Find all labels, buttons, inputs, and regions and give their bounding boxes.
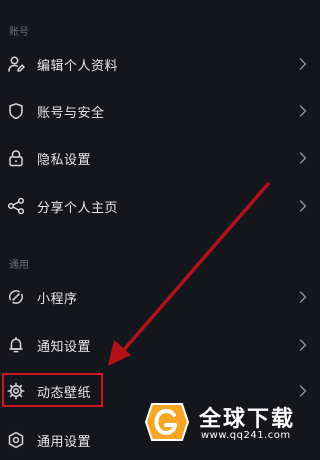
- settings-item-share-profile[interactable]: 分享个人主页: [0, 186, 320, 226]
- section-header-account: 账号: [9, 27, 29, 38]
- watermark-logo-icon: [144, 403, 190, 441]
- watermark-title: 全球下载: [199, 407, 296, 432]
- chevron-right-icon: [298, 338, 308, 352]
- settings-item-account-security[interactable]: 账号与安全: [0, 91, 320, 131]
- settings-item-label: 隐私设置: [37, 152, 92, 168]
- settings-icon: [7, 431, 25, 449]
- settings-item-label: 通用设置: [37, 434, 92, 450]
- settings-item-mini-program[interactable]: 小程序: [0, 277, 320, 317]
- chevron-right-icon: [298, 104, 308, 118]
- bell-icon: [7, 336, 25, 354]
- watermark-url: www.qq241.com: [201, 430, 291, 441]
- settings-item-privacy[interactable]: 隐私设置: [0, 138, 320, 178]
- chevron-right-icon: [298, 57, 308, 71]
- settings-item-notifications[interactable]: 通知设置: [0, 325, 320, 365]
- settings-item-label: 分享个人主页: [37, 200, 119, 216]
- settings-item-label: 动态壁纸: [37, 385, 92, 401]
- user-edit-icon: [7, 55, 25, 73]
- chevron-right-icon: [298, 199, 308, 213]
- section-header-general: 通用: [9, 260, 29, 271]
- chevron-right-icon: [298, 384, 308, 398]
- chevron-right-icon: [298, 290, 308, 304]
- wallpaper-gear-icon: [7, 382, 25, 400]
- share-icon: [7, 197, 25, 215]
- shield-icon: [7, 102, 25, 120]
- settings-item-label: 账号与安全: [37, 105, 105, 121]
- chevron-right-icon: [298, 151, 308, 165]
- settings-item-label: 通知设置: [37, 339, 92, 355]
- lock-icon: [7, 149, 25, 167]
- settings-item-edit-profile[interactable]: 编辑个人资料: [0, 44, 320, 84]
- settings-item-label: 编辑个人资料: [37, 58, 119, 74]
- watermark: 全球下载 www.qq241.com: [144, 398, 318, 448]
- mini-program-icon: [7, 288, 25, 306]
- settings-item-label: 小程序: [37, 291, 78, 307]
